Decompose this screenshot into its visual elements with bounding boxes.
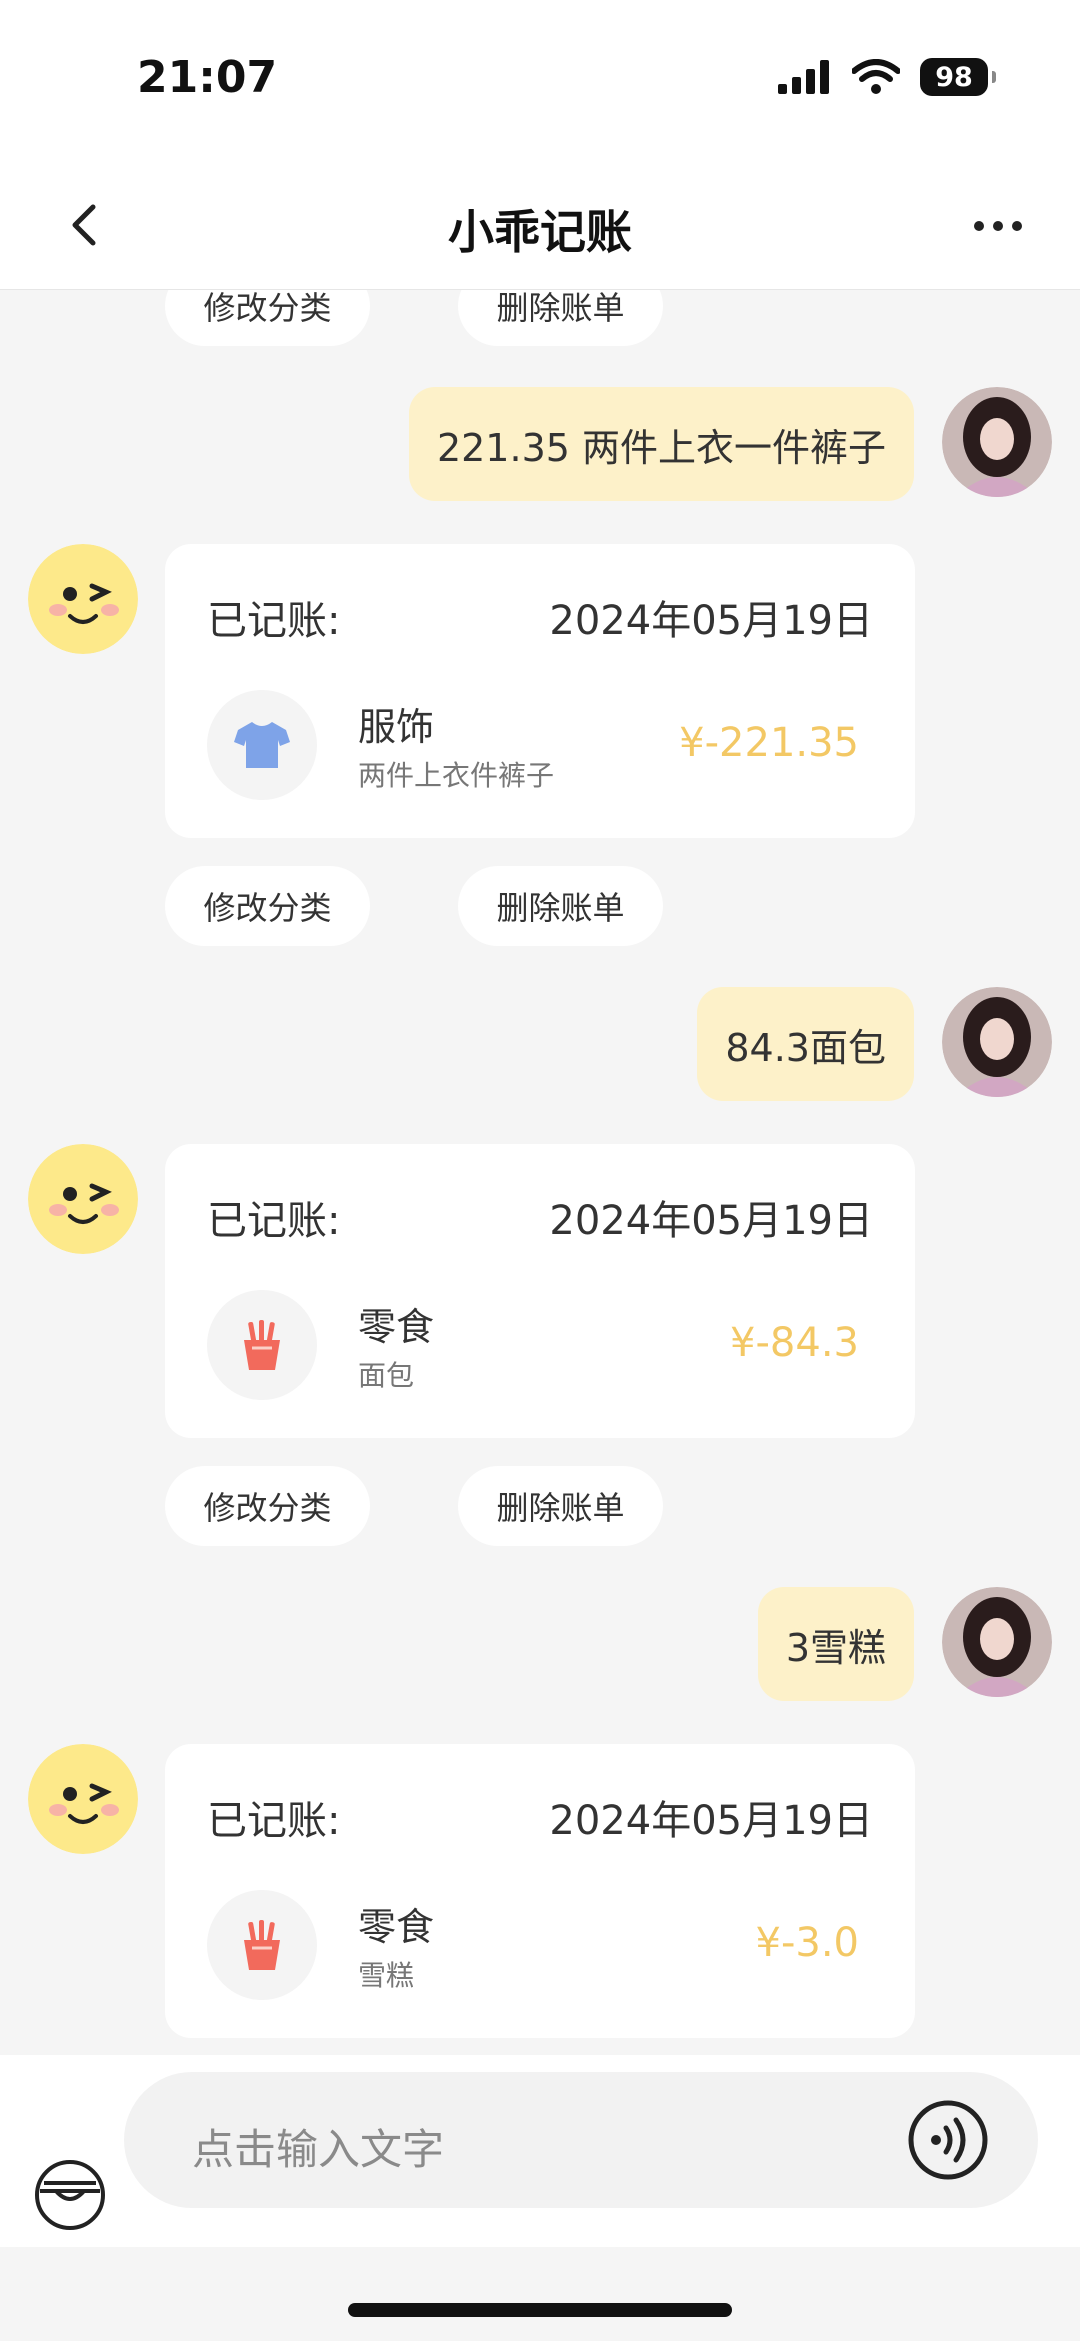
page-title: 小乖记账: [448, 205, 632, 259]
bill-card[interactable]: 已记账: 2024年05月19日 零食 雪糕 ¥-3.0: [165, 1744, 915, 2038]
bill-date: 2024年05月19日: [549, 598, 873, 644]
delete-bill-button[interactable]: 删除账单: [458, 866, 663, 946]
bill-amount: ¥-221.35: [679, 720, 859, 766]
bill-amount: ¥-3.0: [755, 1920, 860, 1966]
category-icon-circle: [207, 1290, 317, 1400]
recorded-label: 已记账:: [207, 1798, 341, 1844]
category-name: 服饰: [358, 705, 435, 749]
bill-date: 2024年05月19日: [549, 1198, 873, 1244]
battery-indicator: 98: [920, 58, 996, 96]
bill-amount: ¥-84.3: [730, 1320, 859, 1366]
user-avatar[interactable]: [942, 387, 1052, 497]
user-message[interactable]: 221.35 两件上衣一件裤子: [408, 387, 914, 501]
status-icons: 98: [778, 58, 996, 96]
bill-note: 面包: [358, 1359, 415, 1392]
category-name: 零食: [358, 1305, 435, 1349]
bill-note: 雪糕: [358, 1959, 415, 1992]
category-icon-circle: [207, 690, 317, 800]
input-bar: 点击输入文字: [0, 2055, 1080, 2247]
bot-avatar: [28, 544, 138, 654]
edit-category-button[interactable]: 修改分类: [165, 866, 370, 946]
voice-icon: [908, 2100, 988, 2180]
tshirt-icon: [234, 722, 290, 768]
delete-bill-button[interactable]: 删除账单: [458, 1466, 663, 1546]
bill-date: 2024年05月19日: [549, 1798, 873, 1844]
bot-avatar: [28, 1144, 138, 1254]
recorded-label: 已记账:: [207, 598, 341, 644]
bill-card[interactable]: 已记账: 2024年05月19日 服饰 两件上衣件裤子 ¥-221.35: [165, 544, 915, 838]
category-name: 零食: [358, 1905, 435, 1949]
user-message[interactable]: 3雪糕: [757, 1587, 914, 1701]
recorded-label: 已记账:: [207, 1198, 341, 1244]
more-dots-icon: [974, 221, 1022, 231]
bill-note: 两件上衣件裤子: [358, 759, 555, 792]
category-icon-circle: [207, 1890, 317, 2000]
bill-card[interactable]: 已记账: 2024年05月19日 零食 面包 ¥-84.3: [165, 1144, 915, 1438]
action-row: 修改分类 删除账单: [165, 866, 663, 946]
voice-button[interactable]: [906, 2098, 990, 2182]
user-message[interactable]: 84.3面包: [697, 987, 914, 1101]
top-bar: 21:07 98 小乖记账: [0, 0, 1080, 290]
fries-icon: [244, 1920, 280, 1970]
input-placeholder: 点击输入文字: [192, 2125, 445, 2174]
more-button[interactable]: [968, 208, 1028, 244]
wallet-button[interactable]: [34, 2159, 106, 2231]
chat-area[interactable]: 修改分类 删除账单 221.35 两件上衣一件裤子 已记账: 2024年05月1…: [0, 0, 1080, 2055]
wifi-icon: [852, 59, 900, 94]
user-avatar[interactable]: [942, 987, 1052, 1097]
user-avatar[interactable]: [942, 1587, 1052, 1697]
wallet-icon: [35, 2160, 105, 2230]
status-time: 21:07: [137, 52, 278, 103]
message-input[interactable]: 点击输入文字: [124, 2072, 1038, 2208]
home-indicator: [348, 2303, 732, 2317]
edit-category-button[interactable]: 修改分类: [165, 1466, 370, 1546]
action-row: 修改分类 删除账单: [165, 1466, 663, 1546]
fries-icon: [244, 1320, 280, 1370]
bot-avatar: [28, 1744, 138, 1854]
signal-icon: [778, 60, 829, 94]
